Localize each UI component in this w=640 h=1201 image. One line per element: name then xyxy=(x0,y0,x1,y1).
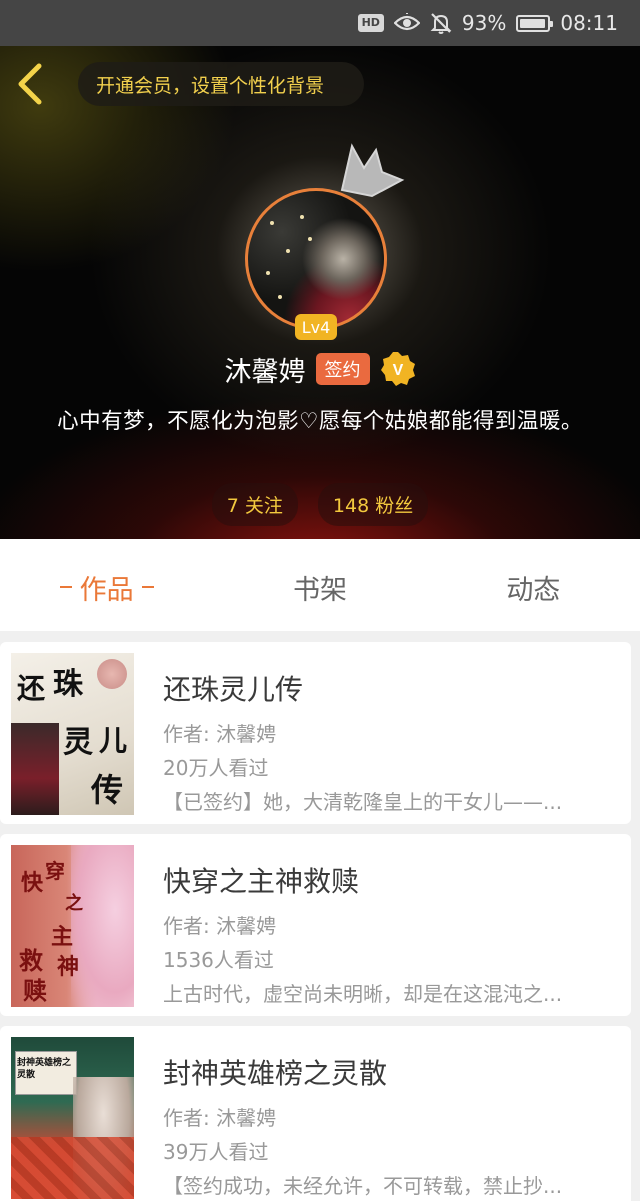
chevron-left-icon xyxy=(18,63,42,105)
cover-char: 之 xyxy=(65,893,83,914)
tab-bookshelf-label: 书架 xyxy=(292,574,347,606)
battery-fill xyxy=(520,18,545,28)
book-cover: 封神英雄榜之灵散 xyxy=(11,1037,134,1199)
tab-activity[interactable]: 动态 xyxy=(427,539,640,631)
hd-icon: HD xyxy=(357,14,384,32)
book-views: 20万人看过 xyxy=(163,756,269,780)
book-author: 作者: 沐馨娉 xyxy=(163,722,277,746)
vip-prompt-text: 开通会员，设置个性化背景 xyxy=(96,74,325,97)
cover-char: 快 xyxy=(21,870,44,896)
verified-mark: V xyxy=(392,362,403,379)
following-count[interactable]: 7 关注 xyxy=(211,483,298,526)
cover-char: 灵 xyxy=(63,725,93,760)
tab-bookshelf[interactable]: 书架 xyxy=(213,539,426,631)
book-cover: 快 穿 之 主 神 救 赎 xyxy=(11,845,134,1007)
status-bar: HD 93% 08:11 xyxy=(0,0,640,46)
book-title: 封神英雄榜之灵散 xyxy=(163,1057,388,1090)
book-views: 39万人看过 xyxy=(163,1140,269,1164)
cover-char: 神 xyxy=(57,954,80,980)
cover-char: 儿 xyxy=(99,724,128,757)
cover-char: 赎 xyxy=(23,976,47,1005)
tab-activity-label: 动态 xyxy=(506,574,561,606)
profile-tabs: 作品 书架 动态 xyxy=(0,539,640,631)
book-title: 快穿之主神救赎 xyxy=(163,865,360,898)
signed-badge: 签约 xyxy=(315,353,370,385)
book-author: 作者: 沐馨娉 xyxy=(163,914,277,938)
cover-char: 传 xyxy=(91,771,124,809)
back-button[interactable] xyxy=(10,60,50,108)
cover-char: 还 xyxy=(17,672,46,705)
tab-active-dash-right xyxy=(141,586,154,588)
book-card[interactable]: 封神英雄榜之灵散 封神英雄榜之灵散 作者: 沐馨娉 39万人看过 【签约成功，未… xyxy=(0,1026,631,1201)
book-cover: 还 珠 灵 儿 传 xyxy=(11,653,134,815)
status-time: 08:11 xyxy=(560,11,618,35)
book-author: 作者: 沐馨娉 xyxy=(163,1106,277,1130)
book-title: 还珠灵儿传 xyxy=(163,673,304,706)
user-name: 沐馨娉 xyxy=(224,356,306,388)
avatar[interactable] xyxy=(245,188,387,330)
user-bio: 心中有梦，不愿化为泡影♡愿每个姑娘都能得到温暖。 xyxy=(57,409,583,434)
cover-char: 穿 xyxy=(45,859,65,883)
eye-icon xyxy=(393,13,420,31)
followers-count[interactable]: 148 粉丝 xyxy=(317,483,429,526)
book-views: 1536人看过 xyxy=(163,948,274,972)
tab-works[interactable]: 作品 xyxy=(0,539,213,631)
book-description: 【签约成功，未经允许，不可转载，禁止抄... xyxy=(163,1174,563,1198)
cover-title-text: 封神英雄榜之灵散 xyxy=(17,1058,72,1080)
verified-badge-icon: V xyxy=(380,352,415,386)
tab-active-dash-left xyxy=(59,586,72,588)
vip-background-prompt[interactable]: 开通会员，设置个性化背景 xyxy=(78,62,364,106)
tab-works-label: 作品 xyxy=(79,574,134,606)
stats-row: 7 关注 148 粉丝 xyxy=(0,483,640,526)
name-row: 沐馨娉 签约 V xyxy=(0,346,640,392)
profile-header: 开通会员，设置个性化背景 Lv4 沐馨娉 签约 V 心中有梦，不愿化为泡影♡愿每… xyxy=(0,46,640,539)
battery-percent: 93% xyxy=(461,11,507,35)
bell-off-icon xyxy=(430,13,452,34)
book-card[interactable]: 快 穿 之 主 神 救 赎 快穿之主神救赎 作者: 沐馨娉 1536人看过 上古… xyxy=(0,834,631,1016)
cover-char: 珠 xyxy=(53,667,83,702)
cover-char: 主 xyxy=(51,924,74,950)
book-card[interactable]: 还 珠 灵 儿 传 还珠灵儿传 作者: 沐馨娉 20万人看过 【已签约】她，大清… xyxy=(0,642,631,824)
level-badge: Lv4 xyxy=(295,314,337,340)
book-description: 上古时代，虚空尚未明晰，却是在这混沌之... xyxy=(163,982,563,1006)
book-description: 【已签约】她，大清乾隆皇上的干女儿——... xyxy=(163,790,563,814)
battery-icon xyxy=(516,14,554,32)
